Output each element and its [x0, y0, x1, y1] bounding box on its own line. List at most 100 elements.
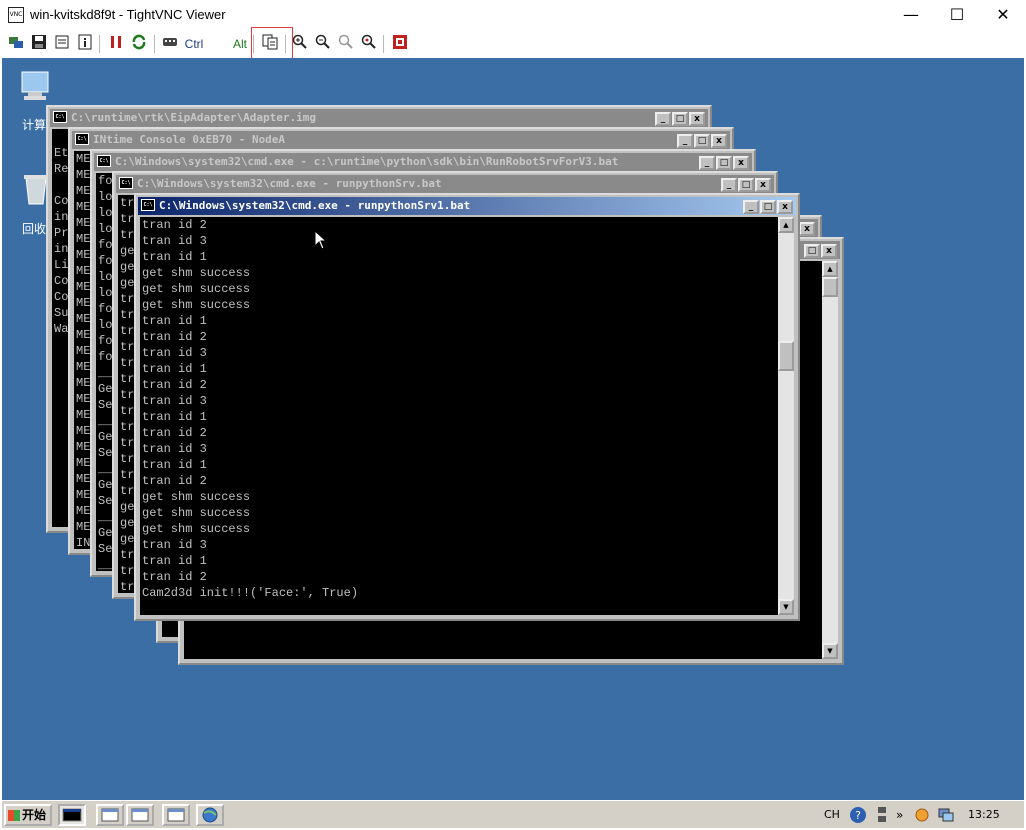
- taskbar-cmd-button[interactable]: [58, 804, 86, 826]
- console-title-bar[interactable]: C:\ INtime Console 0xEB70 - NodeA _ □ x: [72, 131, 730, 149]
- cmd-icon: [62, 808, 82, 822]
- zoom-out-icon: [315, 34, 330, 49]
- console-title-bar[interactable]: C:\ C:\Windows\system32\cmd.exe - runpyth…: [116, 175, 774, 193]
- chevron-up-icon[interactable]: »: [896, 801, 903, 829]
- clock[interactable]: 13:25: [968, 801, 1000, 829]
- toolbar-separator: [99, 35, 100, 53]
- console-scrollbar[interactable]: ▲ ▼: [778, 217, 794, 615]
- computer-icon[interactable]: [18, 70, 54, 104]
- close-button[interactable]: ✕: [980, 0, 1026, 30]
- ctrl-alt-del-button[interactable]: [160, 34, 180, 54]
- zoom-100-button[interactable]: [336, 34, 356, 54]
- console-title: C:\Windows\system32\cmd.exe - runpythonS…: [137, 177, 442, 190]
- pause-icon: [111, 36, 121, 48]
- console-maximize-button[interactable]: □: [760, 200, 776, 214]
- console-maximize-button[interactable]: □: [804, 244, 820, 258]
- console-minimize-button[interactable]: _: [655, 112, 671, 126]
- toolbar: Ctrl Alt: [0, 30, 1026, 58]
- console-app-icon: C:\: [141, 199, 155, 211]
- console-title: INtime Console 0xEB70 - NodeA: [93, 133, 286, 146]
- network-icon[interactable]: [938, 807, 954, 823]
- pause-button[interactable]: [106, 34, 126, 54]
- scroll-up-button[interactable]: ▲: [778, 217, 794, 233]
- desktop-icon-label[interactable]: 回收: [22, 220, 46, 237]
- options-icon: [55, 35, 69, 49]
- zoom-100-icon: [338, 34, 353, 49]
- console-scrollbar[interactable]: ▲ ▼: [822, 261, 838, 659]
- console-title-bar[interactable]: C:\ C:\Windows\system32\cmd.exe - runpyth…: [138, 197, 796, 215]
- window-icon: [167, 808, 185, 822]
- console-minimize-button[interactable]: _: [699, 156, 715, 170]
- vnc-viewer-window: VNC win-kvitskd8f9t - TightVNC Viewer — …: [0, 0, 1026, 830]
- taskbar-window-button[interactable]: [162, 804, 190, 826]
- console-minimize-button[interactable]: _: [677, 134, 693, 148]
- options-button[interactable]: [52, 34, 72, 54]
- language-indicator[interactable]: CH: [824, 801, 840, 829]
- console-maximize-button[interactable]: □: [716, 156, 732, 170]
- window-icon: [131, 808, 149, 822]
- refresh-icon: [132, 34, 146, 50]
- console-text: tran id 2 tran id 3 tran id 1 get shm su…: [142, 218, 359, 600]
- console-close-button[interactable]: x: [711, 134, 727, 148]
- console-app-icon: C:\: [97, 155, 111, 167]
- save-button[interactable]: [29, 34, 49, 54]
- vnc-app-icon: VNC: [8, 7, 24, 23]
- info-button[interactable]: [75, 34, 95, 54]
- console-close-button[interactable]: x: [777, 200, 793, 214]
- scroll-down-button[interactable]: ▼: [778, 599, 794, 615]
- console-close-button[interactable]: x: [799, 222, 815, 236]
- remote-desktop[interactable]: 计算 回收 C:\ C:\runtime\rtk\EipAdapter\Adapt…: [2, 58, 1024, 800]
- scroll-thumb[interactable]: [778, 341, 794, 371]
- refresh-button[interactable]: [129, 34, 149, 54]
- minimize-button[interactable]: —: [888, 0, 934, 30]
- desktop-icon-label[interactable]: 计算: [22, 116, 46, 133]
- ctrl-key-button[interactable]: Ctrl: [181, 34, 207, 54]
- console-title: C:\runtime\rtk\EipAdapter\Adapter.img: [71, 111, 317, 124]
- taskbar-window-button[interactable]: [96, 804, 124, 826]
- zoom-auto-button[interactable]: [359, 34, 379, 54]
- console-title: C:\Windows\system32\cmd.exe - runpythonS…: [159, 199, 471, 212]
- taskbar: 开始 CH ? » 13:25: [2, 800, 1024, 828]
- help-icon[interactable]: ?: [848, 805, 868, 825]
- console-output[interactable]: tran id 2 tran id 3 tran id 1 get shm su…: [140, 217, 794, 615]
- start-label: 开始: [22, 808, 47, 822]
- console-maximize-button[interactable]: □: [694, 134, 710, 148]
- console-title-bar[interactable]: C:\ C:\Windows\system32\cmd.exe - c:\runt…: [94, 153, 752, 171]
- start-button[interactable]: 开始: [4, 804, 52, 826]
- globe-icon: [202, 807, 218, 823]
- taskbar-network-button[interactable]: [196, 804, 224, 826]
- console-window-runpythonsrv1[interactable]: C:\ C:\Windows\system32\cmd.exe - runpyth…: [134, 193, 800, 621]
- maximize-button[interactable]: ☐: [934, 0, 980, 30]
- mouse-cursor-icon: [314, 230, 328, 250]
- toolbar-separator: [154, 35, 155, 53]
- console-close-button[interactable]: x: [733, 156, 749, 170]
- scroll-down-button[interactable]: ▼: [822, 643, 838, 659]
- zoom-out-button[interactable]: [313, 34, 333, 54]
- save-icon: [32, 35, 46, 49]
- console-minimize-button[interactable]: _: [743, 200, 759, 214]
- scroll-up-button[interactable]: ▲: [822, 261, 838, 277]
- console-maximize-button[interactable]: □: [738, 178, 754, 192]
- windows-flag-icon: [8, 810, 20, 821]
- zoom-in-button[interactable]: [290, 34, 310, 54]
- taskbar-window-button[interactable]: [126, 804, 154, 826]
- fullscreen-button[interactable]: [390, 34, 410, 54]
- console-app-icon: C:\: [75, 133, 89, 145]
- console-app-icon: C:\: [119, 177, 133, 189]
- tray-app-icon[interactable]: [914, 807, 930, 823]
- zoom-auto-icon: [361, 34, 376, 49]
- tray-settings-icon[interactable]: [876, 805, 888, 825]
- scroll-thumb[interactable]: [822, 277, 838, 297]
- new-connection-icon: [9, 37, 23, 48]
- console-minimize-button[interactable]: _: [721, 178, 737, 192]
- console-close-button[interactable]: x: [821, 244, 837, 258]
- console-title-bar[interactable]: C:\ C:\runtime\rtk\EipAdapter\Adapter.img…: [50, 109, 708, 127]
- console-close-button[interactable]: x: [755, 178, 771, 192]
- console-maximize-button[interactable]: □: [672, 112, 688, 126]
- zoom-in-icon: [292, 34, 307, 49]
- ctrl-alt-del-icon: [163, 38, 177, 46]
- console-close-button[interactable]: x: [689, 112, 705, 126]
- svg-text:?: ?: [855, 809, 861, 822]
- alt-key-button[interactable]: Alt: [229, 34, 251, 54]
- new-connection-button[interactable]: [6, 34, 26, 54]
